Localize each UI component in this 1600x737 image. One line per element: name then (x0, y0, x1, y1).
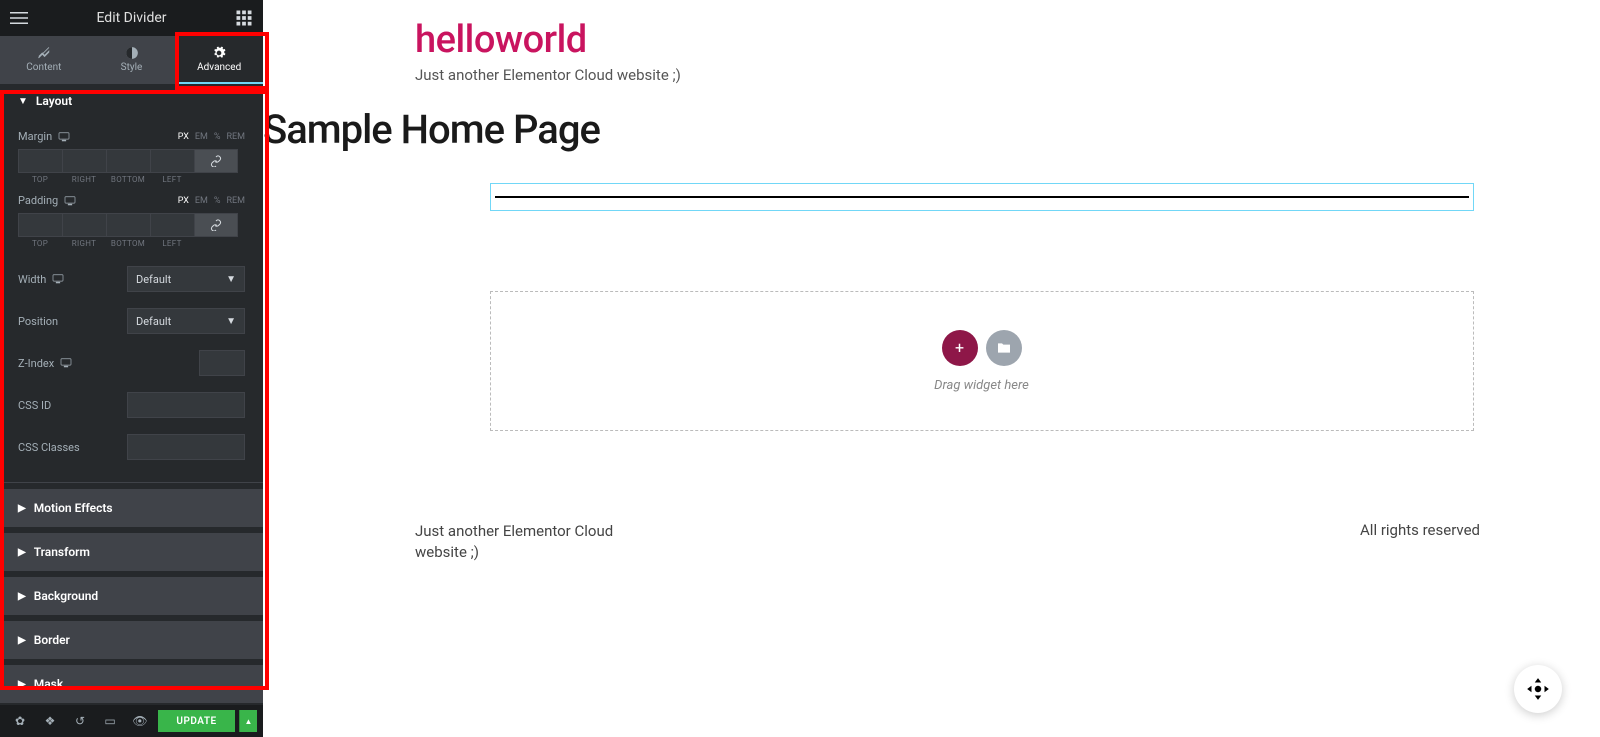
tab-style[interactable]: Style (88, 36, 176, 84)
responsive-icon[interactable]: ▭ (96, 709, 124, 733)
width-label: Width (18, 273, 46, 286)
section-motion-effects[interactable]: ▶Motion Effects (0, 489, 263, 527)
tab-content[interactable]: Content (0, 36, 88, 84)
site-title: helloworld (415, 18, 1600, 62)
section-background[interactable]: ▶Background (0, 577, 263, 615)
margin-right-input[interactable] (62, 149, 106, 173)
panel-tabs: Content Style Advanced (0, 36, 263, 84)
settings-icon[interactable]: ✿ (6, 709, 34, 733)
footer-left-text: Just another Elementor Cloud website ;) (415, 521, 625, 563)
caret-right-icon: ▶ (18, 547, 26, 558)
section-mask[interactable]: ▶Mask (0, 665, 263, 703)
tab-content-label: Content (26, 62, 61, 73)
desktop-icon[interactable] (64, 196, 76, 206)
update-options-icon[interactable]: ▲ (239, 710, 257, 732)
cssclasses-input[interactable] (128, 435, 263, 459)
margin-bottom-input[interactable] (106, 149, 150, 173)
position-select[interactable]: Default▼ (127, 308, 245, 334)
divider-widget[interactable] (490, 183, 1474, 211)
site-subtitle: Just another Elementor Cloud website ;) (415, 66, 1600, 84)
padding-bottom-input[interactable] (106, 213, 150, 237)
section-layout-head[interactable]: ▼ Layout (0, 84, 263, 118)
editor-sidebar: Edit Divider Content Style Advanced ▼ La… (0, 0, 263, 737)
padding-label: Padding (18, 194, 58, 207)
margin-units[interactable]: PXEM%REM (178, 132, 245, 142)
preview-icon[interactable]: 👁 (126, 709, 154, 733)
update-button[interactable]: UPDATE (158, 710, 235, 732)
footer-right-text: All rights reserved (1360, 521, 1480, 563)
sidebar-footer: ✿ ❖ ↺ ▭ 👁 UPDATE ▲ (0, 705, 263, 737)
caret-right-icon: ▶ (18, 591, 26, 602)
section-layout-label: Layout (36, 94, 72, 108)
cssid-input-wrap (127, 392, 245, 418)
tab-style-label: Style (121, 62, 143, 73)
desktop-icon[interactable] (60, 358, 72, 368)
page-title: Sample Home Page (263, 106, 1600, 153)
template-folder-button[interactable] (986, 330, 1022, 366)
divider-line (495, 196, 1469, 198)
chevron-down-icon: ▼ (226, 274, 236, 285)
section-transform[interactable]: ▶Transform (0, 533, 263, 571)
cssid-label: CSS ID (18, 399, 51, 412)
menu-icon[interactable] (10, 9, 28, 27)
sidebar-header: Edit Divider (0, 0, 263, 36)
padding-top-input[interactable] (18, 213, 62, 237)
tab-advanced-label: Advanced (197, 62, 241, 73)
navigator-icon[interactable]: ❖ (36, 709, 64, 733)
tab-advanced[interactable]: Advanced (175, 36, 263, 84)
padding-link-icon[interactable] (194, 213, 238, 237)
margin-link-icon[interactable] (194, 149, 238, 173)
cssid-input[interactable] (128, 393, 263, 417)
panel-title: Edit Divider (28, 10, 235, 26)
section-border[interactable]: ▶Border (0, 621, 263, 659)
caret-right-icon: ▶ (18, 679, 26, 690)
chevron-down-icon: ▼ (226, 316, 236, 327)
panel-body: ▼ Layout Margin PXEM%REM (0, 84, 263, 705)
cssclasses-label: CSS Classes (18, 441, 80, 454)
caret-down-icon: ▼ (18, 96, 28, 107)
width-select[interactable]: Default▼ (127, 266, 245, 292)
zindex-label: Z-Index (18, 357, 54, 370)
section-layout: ▼ Layout Margin PXEM%REM (0, 84, 263, 483)
page-footer: Just another Elementor Cloud website ;) … (263, 521, 1600, 563)
add-section-button[interactable]: + (942, 330, 978, 366)
history-icon[interactable]: ↺ (66, 709, 94, 733)
drop-widget-text: Drag widget here (934, 378, 1029, 393)
margin-inputs (18, 149, 245, 173)
margin-label: Margin (18, 130, 52, 143)
margin-left-input[interactable] (150, 149, 194, 173)
zindex-input[interactable] (199, 350, 245, 376)
preview-canvas: helloworld Just another Elementor Cloud … (263, 0, 1600, 737)
desktop-icon[interactable] (58, 132, 70, 142)
position-label: Position (18, 315, 58, 328)
padding-right-input[interactable] (62, 213, 106, 237)
padding-inputs (18, 213, 245, 237)
margin-top-input[interactable] (18, 149, 62, 173)
cssclasses-input-wrap (127, 434, 245, 460)
padding-left-input[interactable] (150, 213, 194, 237)
caret-right-icon: ▶ (18, 635, 26, 646)
navigator-fab[interactable] (1514, 665, 1562, 713)
widgets-grid-icon[interactable] (235, 9, 253, 27)
desktop-icon[interactable] (52, 274, 64, 284)
padding-units[interactable]: PXEM%REM (178, 196, 245, 206)
caret-right-icon: ▶ (18, 503, 26, 514)
drop-section[interactable]: + Drag widget here (490, 291, 1474, 431)
